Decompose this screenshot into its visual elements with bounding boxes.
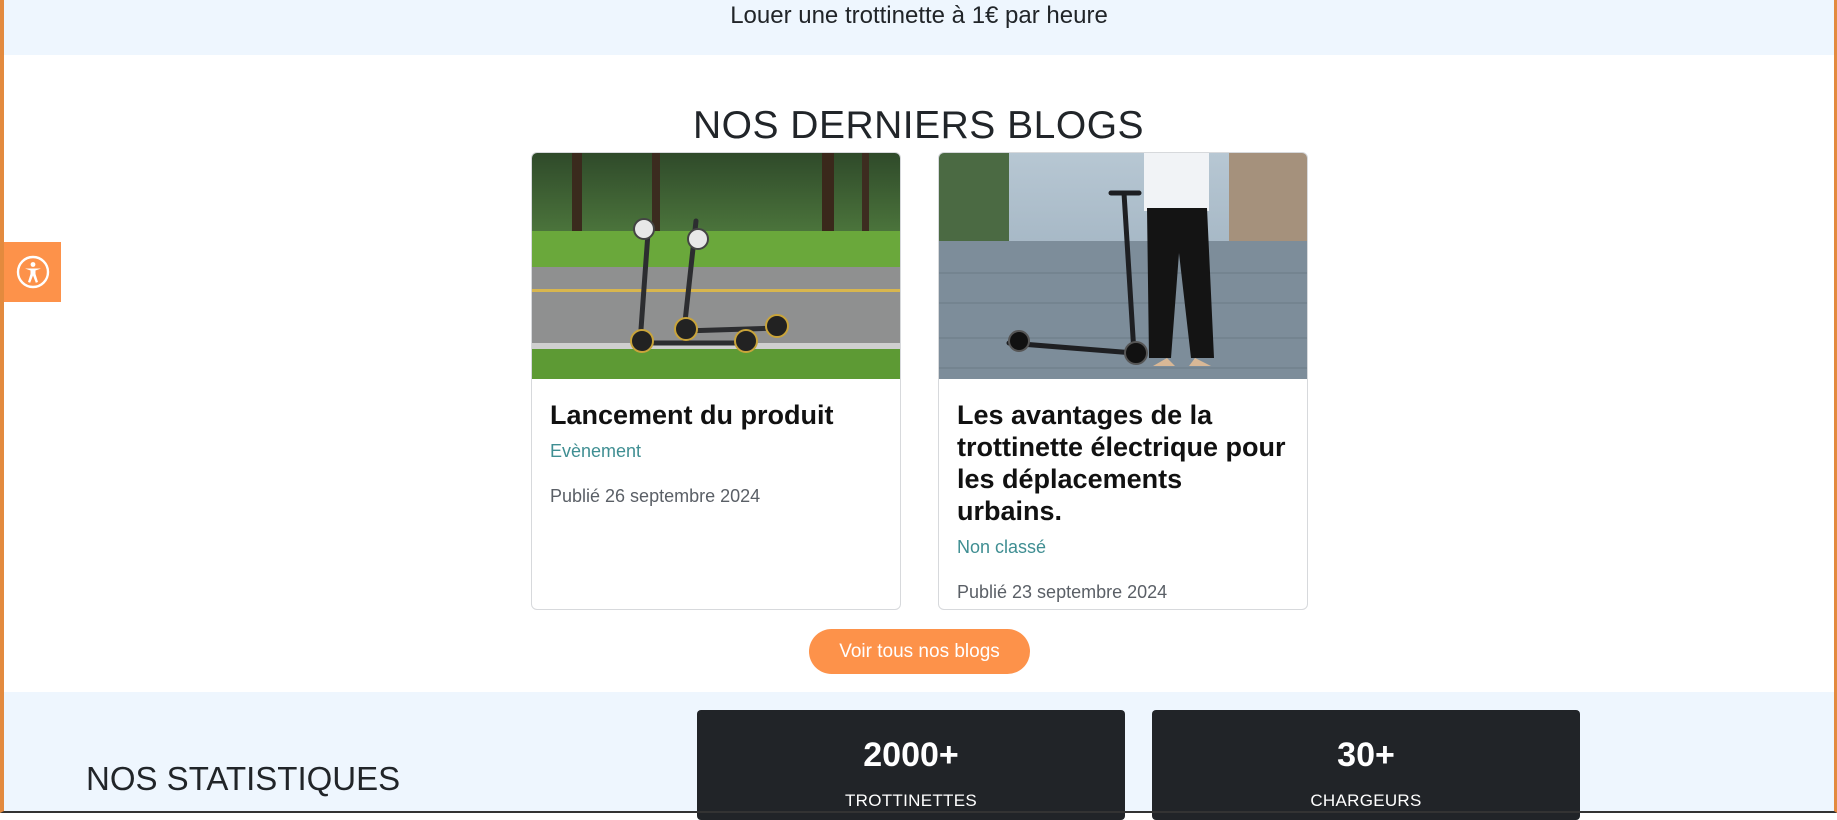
blog-date: Publié 23 septembre 2024 (957, 582, 1168, 602)
blog-date: Publié 26 septembre 2024 (550, 486, 761, 506)
blog-card[interactable]: Lancement du produit Evènement Publié 26… (531, 152, 901, 610)
blog-image-person-scooter[interactable] (939, 153, 1307, 379)
stat-value: 30+ (1337, 736, 1395, 774)
accessibility-button[interactable] (4, 242, 61, 302)
promo-bar: Louer une trottinette à 1€ par heure (4, 0, 1834, 55)
stat-card-scooters: 2000+ TROTTINETTES (697, 710, 1125, 820)
blogs-section-title: NOS DERNIERS BLOGS (692, 104, 1145, 148)
stat-label: CHARGEURS (1310, 791, 1422, 810)
stat-card-chargers: 30+ CHARGEURS (1152, 710, 1580, 820)
stats-section-title: NOS STATISTIQUES (86, 760, 401, 797)
stat-label: TROTTINETTES (844, 791, 978, 810)
blog-category[interactable]: Non classé (957, 537, 1289, 558)
view-all-blogs-button[interactable]: Voir tous nos blogs (809, 629, 1030, 674)
stat-value: 2000+ (863, 736, 959, 774)
blog-category[interactable]: Evènement (550, 441, 882, 462)
blog-title[interactable]: Lancement du produit (550, 399, 882, 431)
promo-text: Louer une trottinette à 1€ par heure (730, 2, 1108, 29)
blog-card[interactable]: Les avantages de la trottinette électriq… (938, 152, 1308, 610)
accessibility-icon (16, 255, 49, 289)
blog-title[interactable]: Les avantages de la trottinette électriq… (957, 399, 1289, 527)
blog-image-scooters-park[interactable] (532, 153, 900, 379)
